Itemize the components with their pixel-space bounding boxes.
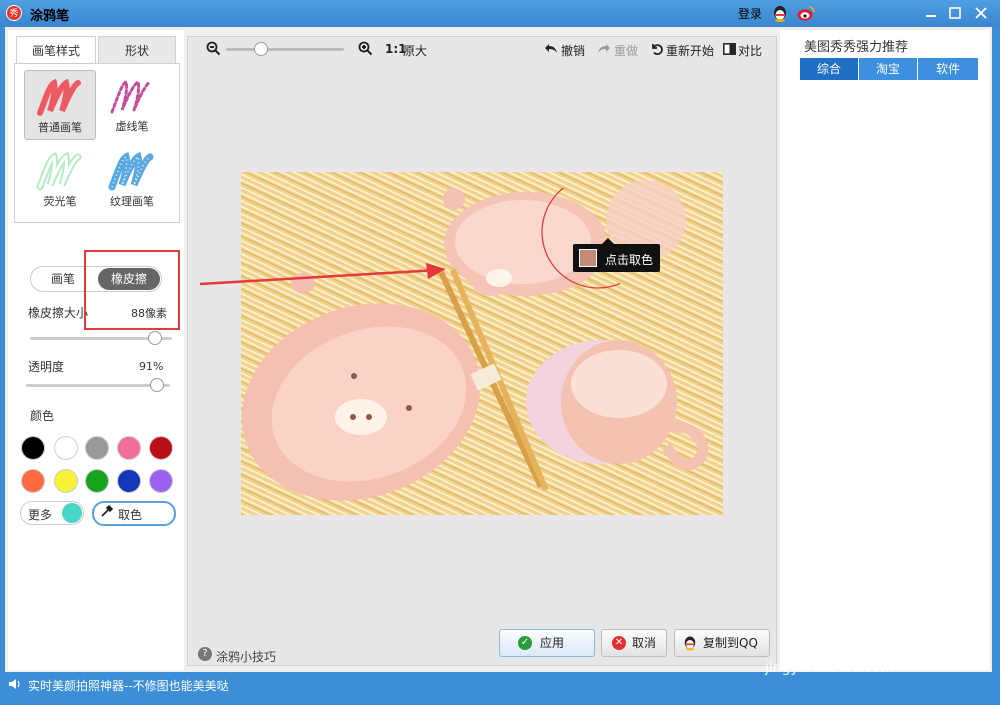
cancel-label: 取消 <box>632 636 657 650</box>
opacity-value: 91% <box>139 360 164 373</box>
copy-to-qq-button[interactable]: 复制到QQ <box>674 629 770 657</box>
compare-icon <box>723 43 736 58</box>
brush-normal-label: 普通画笔 <box>38 121 82 134</box>
tab-all[interactable]: 综合 <box>800 58 858 80</box>
zoom-slider[interactable] <box>254 42 268 56</box>
brush-highlighter-label: 荧光笔 <box>43 195 77 208</box>
check-icon: ✓ <box>518 636 532 650</box>
current-color-swatch <box>62 503 82 523</box>
brush-texture-label: 纹理画笔 <box>110 195 154 208</box>
zoom-slider-track <box>226 48 344 51</box>
login-link[interactable]: 登录 <box>738 5 762 22</box>
restart-icon <box>650 42 663 58</box>
apply-button[interactable]: ✓ 应用 <box>499 629 595 657</box>
zoom-in-icon[interactable] <box>358 41 373 59</box>
texture-brush-icon <box>108 151 154 191</box>
baidu-watermark: Baidu经验 jingyan.baidu.com <box>765 598 996 688</box>
color-swatch-white[interactable] <box>54 436 78 460</box>
highlighter-brush-icon <box>36 151 82 191</box>
help-icon[interactable]: ? <box>198 647 212 661</box>
recommend-title: 美图秀秀强力推荐 <box>804 40 909 55</box>
redo-button[interactable]: 重做 <box>614 42 638 59</box>
color-swatch-green[interactable] <box>85 469 109 493</box>
annotation-overlay <box>199 188 620 289</box>
qq-penguin-icon <box>683 635 697 651</box>
normal-brush-icon <box>37 78 81 116</box>
title-bar <box>0 0 1000 27</box>
color-picker-label: 取色 <box>118 508 143 522</box>
color-swatch-gray[interactable] <box>85 436 109 460</box>
tab-software[interactable]: 软件 <box>918 58 978 80</box>
color-swatch-black[interactable] <box>21 436 45 460</box>
app-logo-icon: 秀 <box>6 5 22 21</box>
opacity-slider-track <box>26 384 170 387</box>
copy-to-qq-label: 复制到QQ <box>703 636 758 650</box>
highlight-annotation-box <box>84 250 180 330</box>
brush-dashed[interactable]: 虚线笔 <box>96 70 168 140</box>
eraser-size-label: 橡皮擦大小 <box>28 306 89 320</box>
watermark-url: jingyan.baidu.com <box>765 660 895 676</box>
dashed-brush-icon <box>110 79 152 114</box>
weibo-icon[interactable] <box>797 6 815 24</box>
more-colors-label: 更多 <box>28 508 53 522</box>
tooltip-label: 点击取色 <box>605 253 654 267</box>
actual-size-button[interactable]: 原大 <box>403 42 427 59</box>
close-button[interactable] <box>972 4 990 22</box>
brush-normal[interactable]: 普通画笔 <box>24 70 96 140</box>
tab-taobao[interactable]: 淘宝 <box>859 58 917 80</box>
undo-icon <box>544 42 558 58</box>
maximize-button[interactable] <box>946 4 964 22</box>
color-swatch-yellow[interactable] <box>54 469 78 493</box>
color-swatch-purple[interactable] <box>149 469 173 493</box>
right-panel <box>780 30 990 670</box>
compare-button[interactable]: 对比 <box>738 42 762 59</box>
color-swatch-blue[interactable] <box>117 469 141 493</box>
brush-dashed-label: 虚线笔 <box>115 120 149 133</box>
restart-button[interactable]: 重新开始 <box>666 42 714 59</box>
color-swatch-darkred[interactable] <box>149 436 173 460</box>
cancel-button[interactable]: ✕ 取消 <box>601 629 667 657</box>
qq-icon[interactable] <box>772 5 788 25</box>
tab-brush-style[interactable]: 画笔样式 <box>16 36 96 64</box>
window-title: 涂鸦笔 <box>30 9 70 24</box>
cancel-icon: ✕ <box>612 636 626 650</box>
tooltip-color-swatch <box>579 249 597 267</box>
opacity-label: 透明度 <box>28 360 65 374</box>
doodle-tips-link[interactable]: 涂鸦小技巧 <box>216 648 276 665</box>
eraser-size-slider[interactable] <box>147 331 162 345</box>
eyedropper-icon <box>100 504 114 521</box>
color-swatch-orange[interactable] <box>21 469 45 493</box>
status-message[interactable]: 实时美颜拍照神器--不修图也能美美哒 <box>28 677 229 694</box>
redo-icon <box>597 42 611 58</box>
opacity-slider[interactable] <box>150 378 165 392</box>
brush-texture[interactable]: 纹理画笔 <box>96 145 168 215</box>
brush-highlighter[interactable]: 荧光笔 <box>24 145 96 215</box>
speaker-icon <box>8 678 22 693</box>
minimize-button[interactable] <box>922 4 940 22</box>
tab-shape[interactable]: 形状 <box>98 36 176 64</box>
color-swatch-pink[interactable] <box>117 436 141 460</box>
color-label: 颜色 <box>30 409 55 423</box>
undo-button[interactable]: 撤销 <box>561 42 585 59</box>
apply-label: 应用 <box>540 636 565 650</box>
zoom-out-icon[interactable] <box>206 41 221 59</box>
